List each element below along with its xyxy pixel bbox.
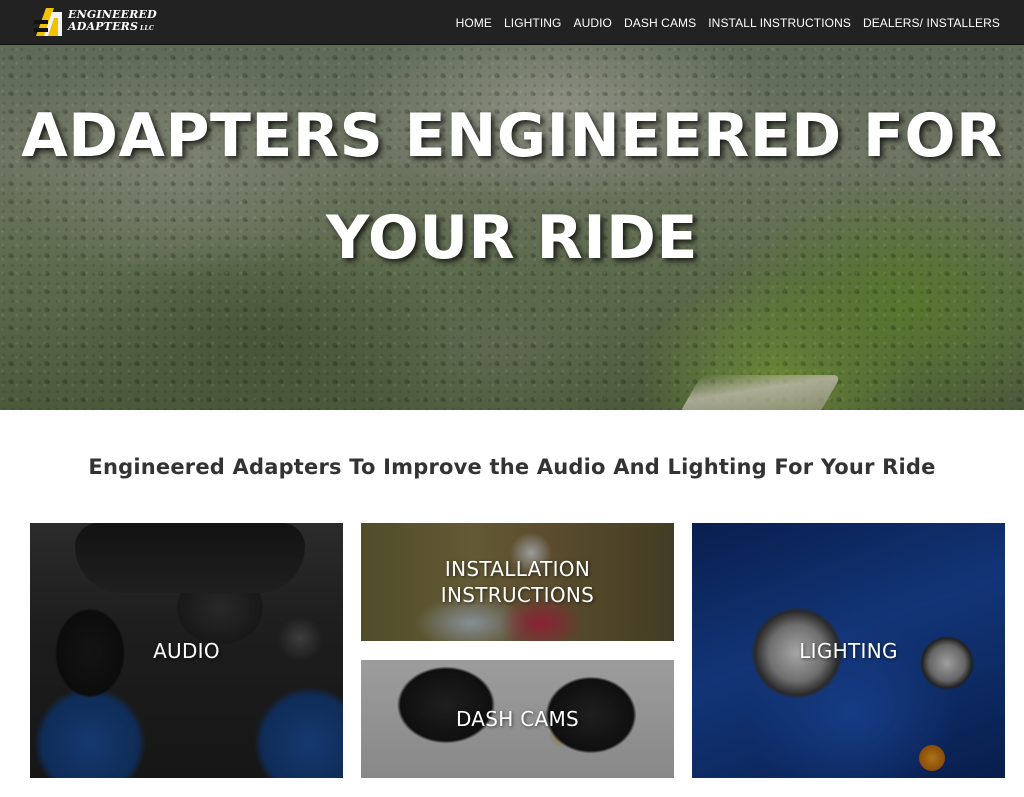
hero-title-line1: ADAPTERS ENGINEERED FOR: [21, 101, 1003, 171]
hero-title: ADAPTERS ENGINEERED FOR YOUR RIDE: [0, 85, 1024, 289]
nav-lighting[interactable]: LIGHTING: [504, 16, 561, 30]
tile-lighting-label: LIGHTING: [799, 638, 898, 663]
tile-installation-label-line2: INSTRUCTIONS: [440, 583, 595, 607]
nav-audio[interactable]: AUDIO: [573, 16, 612, 30]
nav-dash-cams[interactable]: DASH CAMS: [624, 16, 696, 30]
tile-dash-cams-label: DASH CAMS: [455, 707, 580, 731]
nav-dealers-installers[interactable]: DEALERS/ INSTALLERS: [863, 16, 1000, 30]
nav-home[interactable]: HOME: [456, 16, 492, 30]
tile-audio[interactable]: AUDIO: [30, 523, 343, 778]
brand-logo[interactable]: ENGINEERED ADAPTERS LLC: [32, 3, 157, 41]
tile-installation-label: INSTALLATION INSTRUCTIONS: [441, 556, 594, 608]
hero-road-detail: [678, 375, 842, 410]
tile-lighting[interactable]: LIGHTING: [692, 523, 1005, 778]
tile-installation-label-line1: INSTALLATION: [444, 557, 591, 581]
nav-install-instructions[interactable]: INSTALL INSTRUCTIONS: [708, 16, 851, 30]
logo-mark-icon: [32, 6, 64, 38]
tile-dash-cams[interactable]: DASH CAMS: [361, 660, 674, 778]
hero-banner: ADAPTERS ENGINEERED FOR YOUR RIDE: [0, 45, 1024, 410]
logo-suffix: LLC: [140, 25, 154, 32]
main-nav: HOME LIGHTING AUDIO DASH CAMS INSTALL IN…: [456, 0, 1000, 45]
tile-audio-label: AUDIO: [153, 638, 220, 663]
tile-installation-instructions[interactable]: INSTALLATION INSTRUCTIONS: [361, 523, 674, 641]
logo-text-line2: ADAPTERS: [68, 20, 139, 33]
hero-title-line2: YOUR RIDE: [326, 203, 698, 273]
top-navigation-bar: ENGINEERED ADAPTERS LLC HOME LIGHTING AUD…: [0, 0, 1024, 45]
section-subtitle: Engineered Adapters To Improve the Audio…: [88, 455, 936, 479]
